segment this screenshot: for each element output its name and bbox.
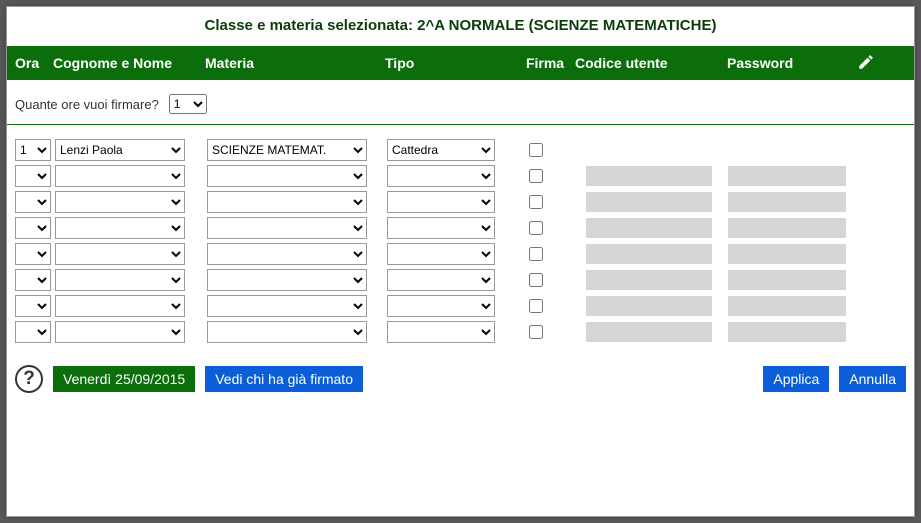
table-row [15, 217, 906, 239]
hours-label: Quante ore vuoi firmare? [15, 97, 159, 112]
ora-select[interactable] [15, 295, 51, 317]
page-title: Classe e materia selezionata: 2^A NORMAL… [7, 7, 914, 46]
apply-button[interactable]: Applica [763, 366, 829, 392]
tipo-select[interactable] [387, 321, 495, 343]
password-input[interactable] [728, 322, 846, 342]
table-row [15, 191, 906, 213]
nome-select[interactable] [55, 191, 185, 213]
materia-select[interactable] [207, 191, 367, 213]
table-header: Ora Cognome e Nome Materia Tipo Firma Co… [7, 46, 914, 80]
codice-input[interactable] [586, 270, 712, 290]
firma-checkbox[interactable] [529, 299, 543, 313]
header-codice: Codice utente [575, 55, 727, 71]
codice-input[interactable] [586, 322, 712, 342]
tipo-select[interactable] [387, 191, 495, 213]
pen-icon[interactable] [857, 53, 875, 74]
footer: ? Venerdì 25/09/2015 Vedi chi ha già fir… [7, 347, 914, 393]
codice-input[interactable] [586, 218, 712, 238]
hours-question-row: Quante ore vuoi firmare? 1 [7, 80, 914, 125]
table-row: 1Lenzi Paola SCIENZE MATEMAT. Cattedra [15, 139, 906, 161]
password-input[interactable] [728, 166, 846, 186]
firma-checkbox[interactable] [529, 221, 543, 235]
codice-input[interactable] [586, 166, 712, 186]
help-icon[interactable]: ? [15, 365, 43, 393]
cancel-button[interactable]: Annulla [839, 366, 906, 392]
ora-select[interactable] [15, 191, 51, 213]
firma-checkbox[interactable] [529, 325, 543, 339]
view-signed-button[interactable]: Vedi chi ha già firmato [205, 366, 363, 392]
nome-select[interactable] [55, 243, 185, 265]
table-row [15, 321, 906, 343]
nome-select[interactable] [55, 217, 185, 239]
codice-input[interactable] [586, 192, 712, 212]
tipo-select[interactable] [387, 295, 495, 317]
tipo-select[interactable] [387, 217, 495, 239]
firma-checkbox[interactable] [529, 195, 543, 209]
nome-select[interactable] [55, 269, 185, 291]
table-row [15, 243, 906, 265]
tipo-select[interactable] [387, 165, 495, 187]
firma-checkbox[interactable] [529, 247, 543, 261]
nome-select[interactable] [55, 321, 185, 343]
ora-select[interactable] [15, 165, 51, 187]
ora-select[interactable] [15, 217, 51, 239]
codice-input[interactable] [586, 296, 712, 316]
table-row [15, 295, 906, 317]
password-input[interactable] [728, 296, 846, 316]
header-ora: Ora [15, 55, 53, 71]
password-input[interactable] [728, 244, 846, 264]
tipo-select[interactable] [387, 243, 495, 265]
materia-select[interactable] [207, 295, 367, 317]
materia-select[interactable] [207, 321, 367, 343]
ora-select[interactable] [15, 321, 51, 343]
codice-input[interactable] [586, 244, 712, 264]
nome-select[interactable] [55, 295, 185, 317]
nome-select[interactable]: Lenzi Paola [55, 139, 185, 161]
tipo-select[interactable] [387, 269, 495, 291]
firma-checkbox[interactable] [529, 143, 543, 157]
table-row [15, 165, 906, 187]
header-password: Password [727, 55, 857, 71]
table-row [15, 269, 906, 291]
header-materia: Materia [205, 55, 385, 71]
tipo-select[interactable]: Cattedra [387, 139, 495, 161]
password-input[interactable] [728, 192, 846, 212]
materia-select[interactable] [207, 269, 367, 291]
password-input[interactable] [728, 270, 846, 290]
rows-container: 1Lenzi Paola SCIENZE MATEMAT. Cattedra [7, 125, 914, 343]
date-button[interactable]: Venerdì 25/09/2015 [53, 366, 195, 392]
materia-select[interactable] [207, 217, 367, 239]
password-input[interactable] [728, 218, 846, 238]
ora-select[interactable]: 1 [15, 139, 51, 161]
header-tipo: Tipo [385, 55, 515, 71]
header-firma: Firma [515, 55, 575, 71]
firma-checkbox[interactable] [529, 273, 543, 287]
hours-select[interactable]: 1 [169, 94, 207, 114]
materia-select[interactable]: SCIENZE MATEMAT. [207, 139, 367, 161]
form-panel: Classe e materia selezionata: 2^A NORMAL… [6, 6, 915, 517]
header-nome: Cognome e Nome [53, 55, 205, 71]
ora-select[interactable] [15, 243, 51, 265]
nome-select[interactable] [55, 165, 185, 187]
ora-select[interactable] [15, 269, 51, 291]
firma-checkbox[interactable] [529, 169, 543, 183]
materia-select[interactable] [207, 165, 367, 187]
materia-select[interactable] [207, 243, 367, 265]
